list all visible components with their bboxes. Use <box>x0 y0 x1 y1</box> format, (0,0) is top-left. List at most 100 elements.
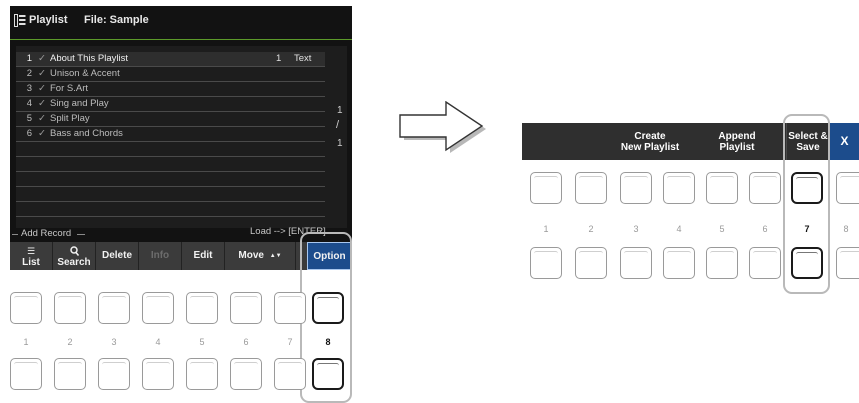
record-row-2[interactable]: 2 ✓ Unison & Accent <box>16 67 325 82</box>
record-count: 1 <box>276 53 282 64</box>
file-name-label: File: Sample <box>84 14 149 26</box>
button-number-8: 8 <box>325 337 331 347</box>
add-record-label: Add Record <box>21 228 72 239</box>
record-number: 5 <box>26 113 32 124</box>
create-new-playlist-button[interactable]: Create New Playlist <box>608 123 692 160</box>
button-number-1: 1 <box>543 224 549 234</box>
right-arrow-icon <box>399 101 486 153</box>
record-number: 2 <box>26 68 32 79</box>
upper-button-4[interactable] <box>663 172 695 204</box>
upper-button-1[interactable] <box>530 172 562 204</box>
delete-button[interactable]: Delete <box>96 242 139 270</box>
button-number-5: 5 <box>199 337 205 347</box>
record-row-6[interactable]: 6 ✓ Bass and Chords <box>16 127 325 142</box>
check-icon: ✓ <box>38 128 46 139</box>
empty-row <box>16 202 325 217</box>
record-name: About This Playlist <box>50 53 128 64</box>
check-icon: ✓ <box>38 68 46 79</box>
record-number: 1 <box>26 53 32 64</box>
lower-button-8[interactable] <box>312 358 344 390</box>
playlist-icon <box>14 14 26 27</box>
append-playlist-button[interactable]: Append Playlist <box>696 123 778 160</box>
lower-button-4[interactable] <box>142 358 174 390</box>
lower-button-6[interactable] <box>749 247 781 279</box>
lower-button-7[interactable] <box>274 358 306 390</box>
playlist-screen: Playlist File: Sample 1 ✓ About This Pla… <box>10 6 352 270</box>
check-icon: ✓ <box>38 83 46 94</box>
check-icon: ✓ <box>38 113 46 124</box>
record-number: 4 <box>26 98 32 109</box>
check-icon: ✓ <box>38 98 46 109</box>
upper-button-3[interactable] <box>98 292 130 324</box>
record-row-1[interactable]: 1 ✓ About This Playlist 1 Text <box>16 52 325 67</box>
button-number-2: 2 <box>588 224 594 234</box>
empty-row <box>16 187 325 202</box>
upper-button-1[interactable] <box>10 292 42 324</box>
upper-button-7[interactable] <box>791 172 823 204</box>
lower-button-4[interactable] <box>663 247 695 279</box>
create-label-line1: Create <box>634 130 666 142</box>
list-button[interactable]: ☰ List <box>10 242 53 270</box>
search-icon <box>53 246 95 257</box>
append-label-line1: Append <box>718 130 756 142</box>
lower-button-8[interactable] <box>836 247 859 279</box>
page-separator: / <box>336 119 340 131</box>
upper-button-8[interactable] <box>836 172 859 204</box>
record-name: For S.Art <box>50 83 89 94</box>
button-number-3: 3 <box>111 337 117 347</box>
check-icon: ✓ <box>38 53 46 64</box>
search-button[interactable]: Search <box>53 242 96 270</box>
divider-line <box>12 234 18 235</box>
upper-button-2[interactable] <box>54 292 86 324</box>
button-number-7: 7 <box>287 337 293 347</box>
upper-button-5[interactable] <box>706 172 738 204</box>
record-row-3[interactable]: 3 ✓ For S.Art <box>16 82 325 97</box>
page-current: 1 <box>337 105 343 116</box>
button-number-3: 3 <box>633 224 639 234</box>
info-button[interactable]: Info <box>139 242 182 270</box>
list-icon: ☰ <box>26 246 36 256</box>
upper-button-7[interactable] <box>274 292 306 324</box>
lower-button-7[interactable] <box>791 247 823 279</box>
list-label: List <box>22 257 40 268</box>
record-name: Unison & Accent <box>50 68 120 79</box>
upper-button-5[interactable] <box>186 292 218 324</box>
move-button[interactable]: Move ▲▼ <box>225 242 296 270</box>
button-number-4: 4 <box>155 337 161 347</box>
record-row-4[interactable]: 4 ✓ Sing and Play <box>16 97 325 112</box>
button-number-5: 5 <box>719 224 725 234</box>
lower-button-5[interactable] <box>706 247 738 279</box>
button-number-6: 6 <box>762 224 768 234</box>
upper-button-6[interactable] <box>749 172 781 204</box>
upper-button-8[interactable] <box>312 292 344 324</box>
record-row-5[interactable]: 5 ✓ Split Play <box>16 112 325 127</box>
button-number-8: 8 <box>843 224 849 234</box>
button-number-7: 7 <box>804 224 810 234</box>
lower-button-1[interactable] <box>530 247 562 279</box>
move-arrows-icon: ▲▼ <box>269 253 282 259</box>
move-label: Move <box>238 250 264 261</box>
record-number: 3 <box>26 83 32 94</box>
close-button[interactable]: X <box>830 123 859 160</box>
lower-button-3[interactable] <box>620 247 652 279</box>
lower-button-1[interactable] <box>10 358 42 390</box>
search-label: Search <box>57 257 91 268</box>
empty-row <box>16 157 325 172</box>
record-name: Bass and Chords <box>50 128 123 139</box>
upper-button-4[interactable] <box>142 292 174 324</box>
title-divider <box>10 39 352 40</box>
lower-button-3[interactable] <box>98 358 130 390</box>
upper-button-2[interactable] <box>575 172 607 204</box>
lower-button-6[interactable] <box>230 358 262 390</box>
lower-button-2[interactable] <box>54 358 86 390</box>
button-number-1: 1 <box>23 337 29 347</box>
upper-button-3[interactable] <box>620 172 652 204</box>
lower-button-2[interactable] <box>575 247 607 279</box>
empty-row <box>16 172 325 187</box>
lower-button-5[interactable] <box>186 358 218 390</box>
empty-row <box>16 142 325 157</box>
upper-button-6[interactable] <box>230 292 262 324</box>
edit-button[interactable]: Edit <box>182 242 225 270</box>
create-label-line2: New Playlist <box>620 141 680 153</box>
button-number-2: 2 <box>67 337 73 347</box>
